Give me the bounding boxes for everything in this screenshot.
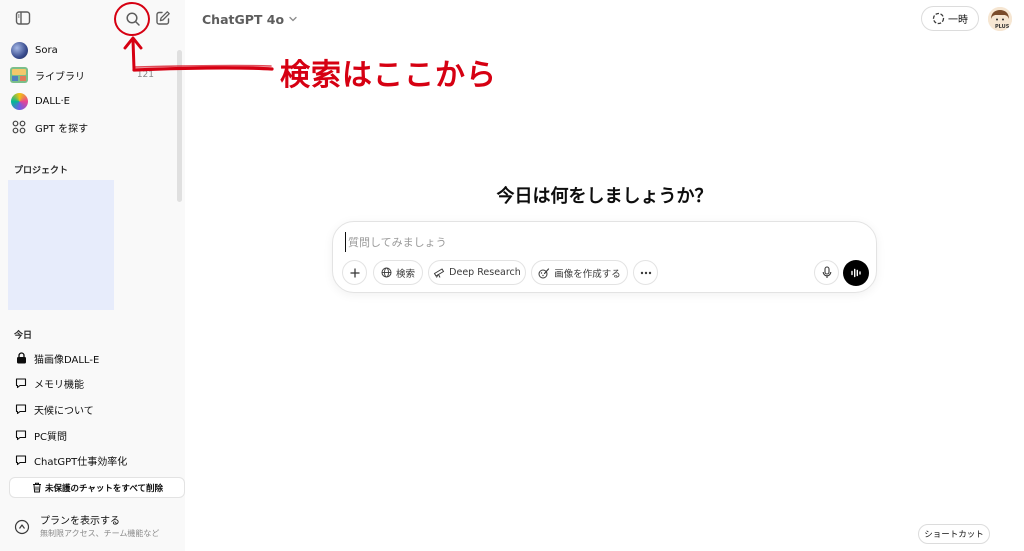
plan-title: プランを表示する	[40, 515, 120, 527]
chat-item-label: メモリ機能	[34, 379, 84, 391]
annotation-arrow	[123, 36, 274, 72]
upgrade-icon	[12, 517, 32, 537]
projects-heading: プロジェクト	[14, 166, 69, 176]
create-image-label: 画像を作成する	[554, 268, 621, 280]
voice-mode-button[interactable]	[843, 260, 869, 286]
greeting-heading: 今日は何をしましょうか？	[496, 186, 713, 207]
annotation-circle	[114, 2, 150, 36]
attach-button[interactable]	[342, 260, 367, 285]
chat-item[interactable]: PC質問	[14, 425, 67, 445]
composer: 検索 Deep Research 画像を作成する	[332, 221, 877, 293]
chat-item[interactable]: 猫画像DALL-E	[14, 348, 99, 368]
plus-icon	[350, 268, 359, 277]
delete-unprotected-chats-label: 未保護のチャットをすべて削除	[45, 483, 163, 494]
sidebar-item-label: GPT を探す	[35, 123, 89, 135]
globe-icon	[381, 267, 392, 278]
plan-subtitle: 無制限アクセス、チーム機能など	[40, 528, 160, 538]
search-tool-label: 検索	[395, 268, 415, 280]
dictate-button[interactable]	[814, 260, 839, 285]
chat-bubble-icon	[14, 376, 28, 390]
chat-bubble-icon	[14, 428, 28, 442]
sidebar: Sora ライブラリ 121 DALL·E GPT を探す プロジェクト 今日 …	[0, 0, 185, 551]
chat-item[interactable]: メモリ機能	[14, 373, 84, 393]
project-list-area[interactable]	[8, 180, 114, 310]
trash-icon	[31, 482, 42, 493]
more-icon	[640, 271, 651, 274]
create-image-button[interactable]: 画像を作成する	[531, 260, 628, 285]
chat-item-label: ChatGPT仕事効率化	[34, 456, 128, 468]
chat-item[interactable]: ChatGPT仕事効率化	[14, 450, 127, 470]
avatar[interactable]: PLUS	[988, 7, 1012, 31]
model-name: ChatGPT 4o	[202, 11, 285, 27]
sidebar-item-label: Sora	[35, 44, 58, 56]
temporary-chat-button[interactable]: 一時	[921, 6, 979, 31]
more-tools-button[interactable]	[633, 260, 658, 285]
plus-badge: PLUS	[995, 24, 1010, 30]
annotation-text: 検索はここから	[280, 58, 497, 93]
new-chat-icon[interactable]	[151, 6, 175, 30]
deep-research-button[interactable]: Deep Research	[428, 260, 526, 285]
sidebar-toolbar	[0, 0, 185, 36]
temporary-chat-label: 一時	[948, 15, 968, 26]
chat-item-label: PC質問	[34, 431, 68, 443]
view-plans-button[interactable]: プランを表示する 無制限アクセス、チーム機能など	[12, 512, 177, 542]
temporary-chat-icon	[932, 12, 945, 25]
sidebar-item-label: ライブラリ	[35, 71, 85, 83]
sora-logo-icon	[10, 41, 28, 59]
dalle-logo-icon	[10, 92, 28, 110]
chat-bubble-icon	[14, 453, 28, 467]
chat-bubble-icon	[14, 402, 28, 416]
shortcuts-button[interactable]: ショートカット	[918, 524, 990, 544]
chat-item[interactable]: 天候について	[14, 399, 94, 419]
paintbrush-icon	[538, 267, 550, 279]
voice-waveform-icon	[851, 268, 861, 278]
sidebar-item-explore-gpts[interactable]: GPT を探す	[10, 116, 174, 138]
sidebar-item-dalle[interactable]: DALL·E	[10, 90, 174, 112]
search-tool-button[interactable]: 検索	[373, 260, 423, 285]
sidebar-item-label: DALL·E	[35, 95, 71, 107]
chat-item-label: 猫画像DALL-E	[34, 354, 100, 366]
grid-icon	[10, 118, 28, 136]
lock-icon	[14, 351, 28, 365]
chevron-down-icon	[288, 14, 298, 24]
sidebar-toggle-icon[interactable]	[11, 6, 35, 30]
library-thumbnail-icon	[10, 66, 28, 84]
telescope-icon	[433, 267, 445, 278]
delete-unprotected-chats-button[interactable]: 未保護のチャットをすべて削除	[9, 477, 185, 498]
microphone-icon	[822, 266, 831, 278]
chat-item-label: 天候について	[34, 405, 94, 417]
prompt-input[interactable]	[345, 232, 845, 252]
model-selector[interactable]: ChatGPT 4o	[202, 10, 298, 28]
today-heading: 今日	[14, 331, 33, 341]
deep-research-label: Deep Research	[449, 267, 521, 278]
